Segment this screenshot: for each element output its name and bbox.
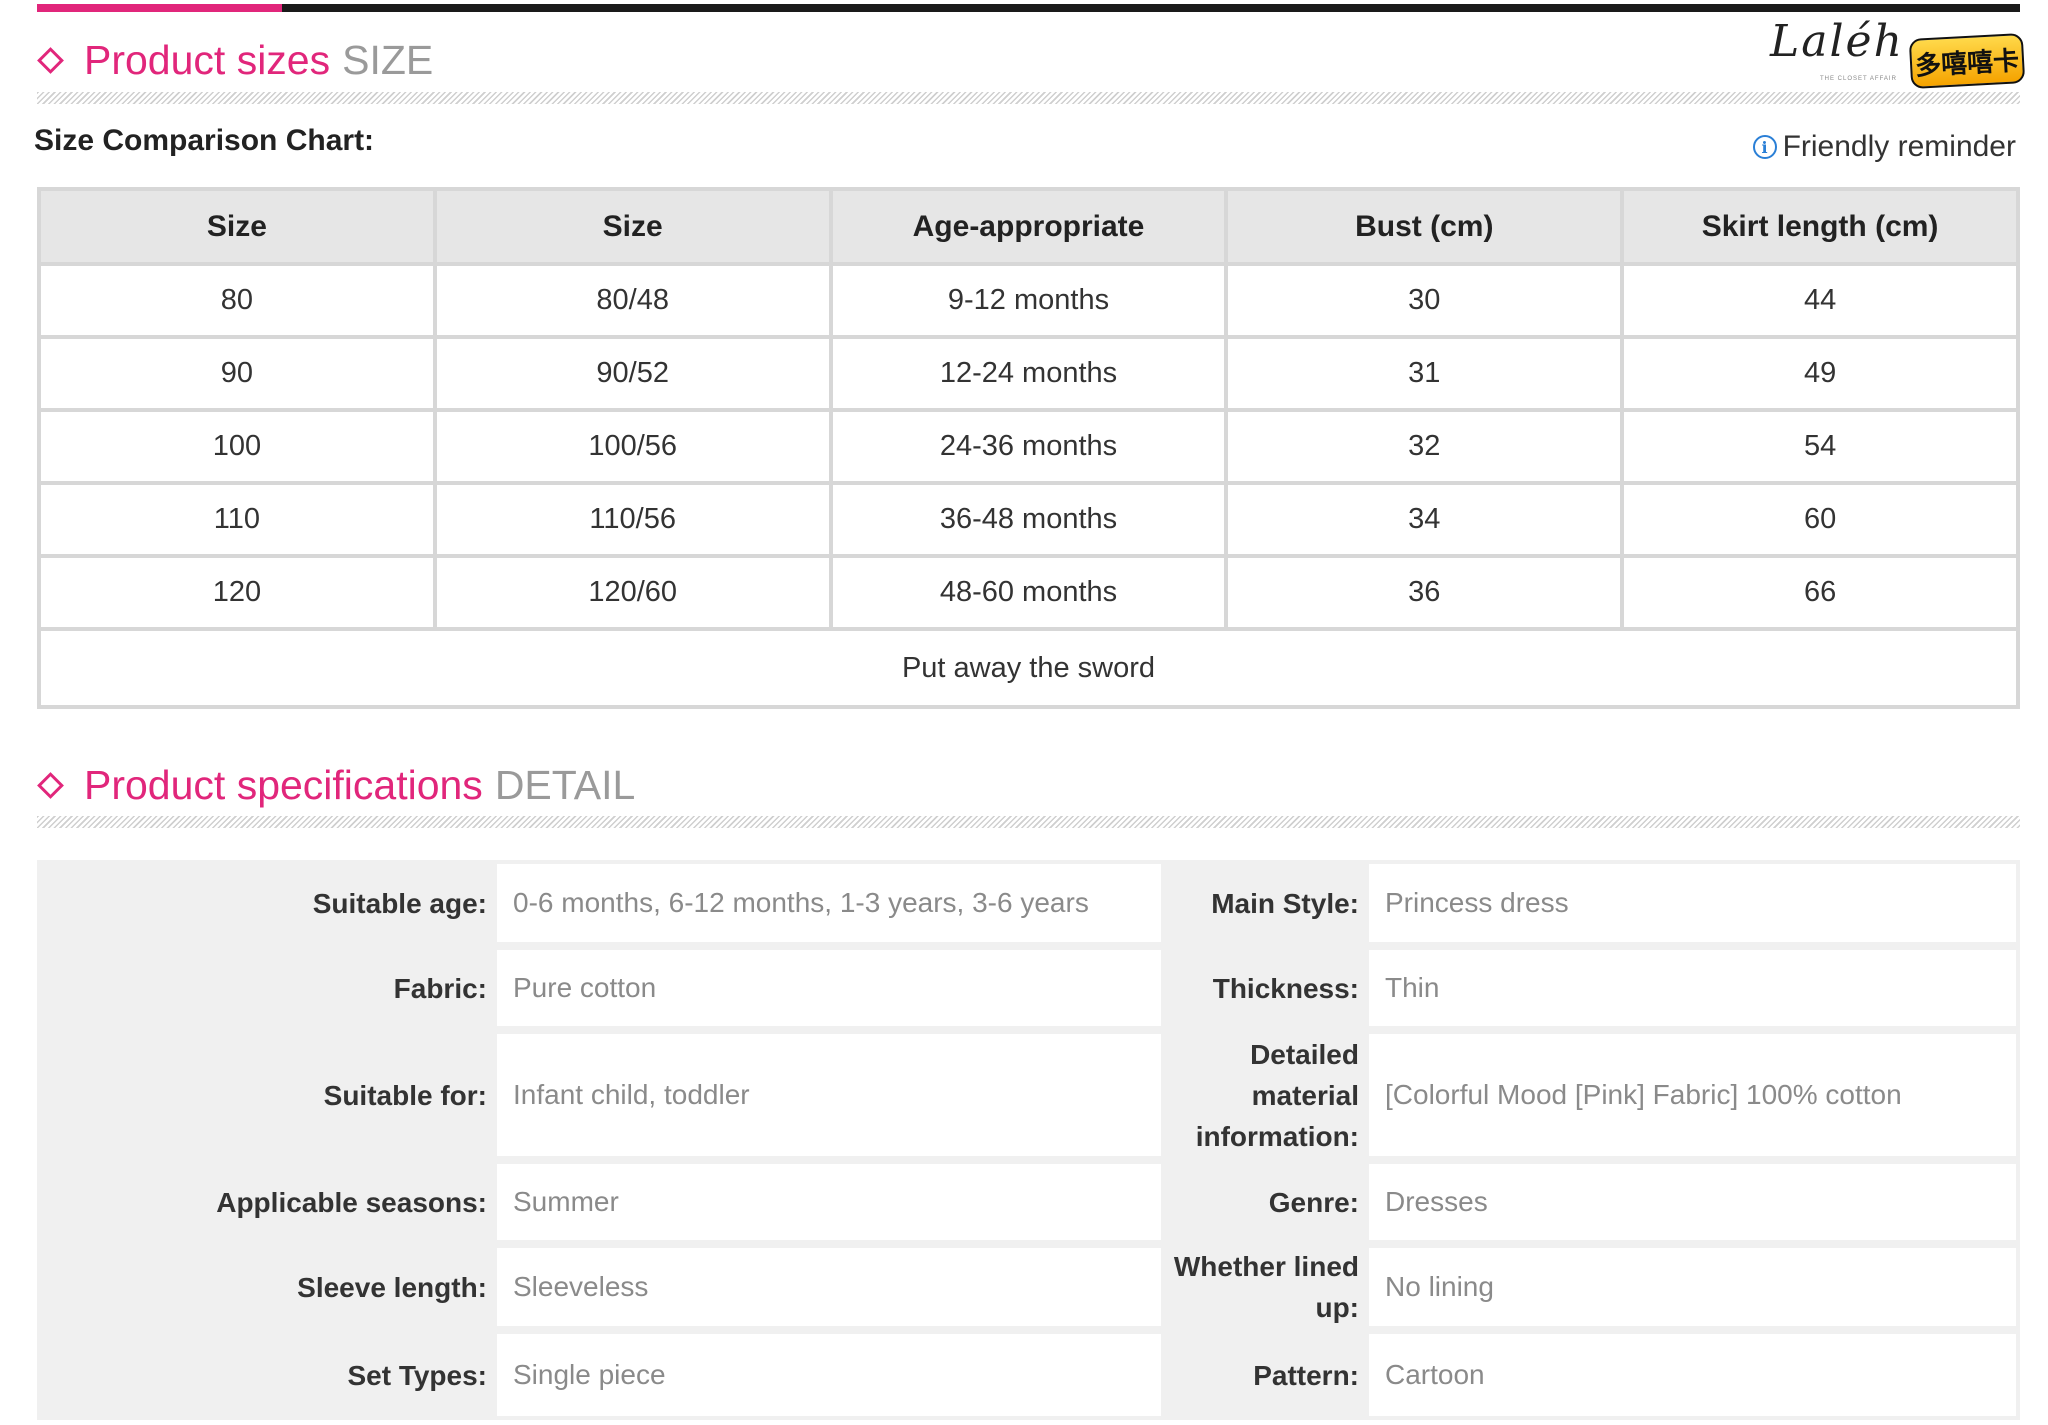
spec-value: Thin (1365, 946, 2020, 1030)
hatch-divider (37, 92, 2020, 104)
spec-value: Sleeveless (493, 1244, 1165, 1330)
brand-logo: Laléh THE CLOSET AFFAIR 多嘻嘻卡 (1760, 14, 2030, 89)
spec-row: Sleeve length: Sleeveless Whether lined … (37, 1244, 2020, 1330)
spec-label: Suitable for: (37, 1030, 493, 1160)
column-header: Skirt length (cm) (1620, 187, 2020, 266)
table-footer-row: Put away the sword (37, 627, 2020, 709)
table-cell: 66 (1620, 554, 2020, 631)
table-row: 80 80/48 9-12 months 30 44 (37, 262, 2020, 339)
spec-label: Genre: (1165, 1160, 1365, 1244)
table-header-row: Size Size Age-appropriate Bust (cm) Skir… (37, 187, 2020, 266)
spec-value: Summer (493, 1160, 1165, 1244)
size-comparison-table: Size Size Age-appropriate Bust (cm) Skir… (37, 187, 2020, 709)
table-cell: 36-48 months (828, 481, 1229, 558)
spec-value: No lining (1365, 1244, 2020, 1330)
table-footer-note: Put away the sword (37, 627, 2020, 709)
table-cell: 12-24 months (828, 335, 1229, 412)
spec-label: Suitable age: (37, 860, 493, 946)
diamond-icon (37, 46, 64, 74)
spec-label: Thickness: (1165, 946, 1365, 1030)
table-cell: 36 (1224, 554, 1625, 631)
column-header: Age-appropriate (828, 187, 1229, 266)
spec-label: Detailed material information: (1165, 1030, 1365, 1160)
spec-label: Fabric: (37, 946, 493, 1030)
table-cell: 120 (37, 554, 437, 631)
brand-logo-subtitle: THE CLOSET AFFAIR (1820, 76, 1897, 82)
spec-row: Applicable seasons: Summer Genre: Dresse… (37, 1160, 2020, 1244)
table-row: 90 90/52 12-24 months 31 49 (37, 335, 2020, 412)
table-row: 120 120/60 48-60 months 36 66 (37, 554, 2020, 631)
spec-row: Set Types: Single piece Pattern: Cartoon (37, 1330, 2020, 1420)
table-cell: 100/56 (432, 408, 833, 485)
table-cell: 120/60 (432, 554, 833, 631)
spec-label: Main Style: (1165, 860, 1365, 946)
spec-row: Suitable for: Infant child, toddler Deta… (37, 1030, 2020, 1160)
top-divider-accent (37, 4, 282, 12)
spec-value: Single piece (493, 1330, 1165, 1420)
size-section-title: Product sizes SIZE (37, 30, 433, 90)
column-header: Bust (cm) (1224, 187, 1625, 266)
table-cell: 110/56 (432, 481, 833, 558)
brand-logo-badge: 多嘻嘻卡 (1908, 33, 2026, 89)
table-cell: 90 (37, 335, 437, 412)
spec-value: Pure cotton (493, 946, 1165, 1030)
table-cell: 30 (1224, 262, 1625, 339)
size-section-title-en: SIZE (342, 36, 434, 83)
size-chart-title: Size Comparison Chart: (34, 124, 375, 157)
spec-label: Whether lined up: (1165, 1244, 1365, 1330)
table-cell: 9-12 months (828, 262, 1229, 339)
spec-label: Pattern: (1165, 1330, 1365, 1420)
spec-label: Set Types: (37, 1330, 493, 1420)
table-cell: 49 (1620, 335, 2020, 412)
table-cell: 24-36 months (828, 408, 1229, 485)
table-cell: 110 (37, 481, 437, 558)
spec-section-title-main: Product specifications (84, 761, 483, 808)
spec-row: Fabric: Pure cotton Thickness: Thin (37, 946, 2020, 1030)
table-cell: 100 (37, 408, 437, 485)
spec-value: 0-6 months, 6-12 months, 1-3 years, 3-6 … (493, 860, 1165, 946)
spec-label: Sleeve length: (37, 1244, 493, 1330)
info-icon: i (1752, 135, 1777, 159)
top-divider-bar (37, 4, 2020, 12)
table-cell: 31 (1224, 335, 1625, 412)
table-cell: 32 (1224, 408, 1625, 485)
brand-logo-script: Laléh (1770, 16, 1904, 67)
column-header: Size (432, 187, 833, 266)
friendly-reminder[interactable]: i Friendly reminder (1752, 130, 2016, 164)
diamond-icon (37, 771, 64, 799)
spec-section-title-en: DETAIL (494, 761, 636, 808)
spec-value: Princess dress (1365, 860, 2020, 946)
friendly-reminder-label: Friendly reminder (1782, 130, 2016, 163)
table-cell: 80/48 (432, 262, 833, 339)
spec-value: Infant child, toddler (493, 1030, 1165, 1160)
spec-value: Dresses (1365, 1160, 2020, 1244)
table-row: 100 100/56 24-36 months 32 54 (37, 408, 2020, 485)
table-cell: 90/52 (432, 335, 833, 412)
table-cell: 54 (1620, 408, 2020, 485)
table-row: 110 110/56 36-48 months 34 60 (37, 481, 2020, 558)
table-cell: 60 (1620, 481, 2020, 558)
spec-value: Cartoon (1365, 1330, 2020, 1420)
size-section-title-main: Product sizes (84, 36, 331, 83)
spec-section-title: Product specifications DETAIL (37, 755, 635, 815)
spec-grid: Suitable age: 0-6 months, 6-12 months, 1… (37, 860, 2020, 1420)
table-cell: 34 (1224, 481, 1625, 558)
spec-value: [Colorful Mood [Pink] Fabric] 100% cotto… (1365, 1030, 2020, 1160)
table-cell: 44 (1620, 262, 2020, 339)
column-header: Size (37, 187, 437, 266)
hatch-divider (37, 816, 2020, 828)
table-cell: 48-60 months (828, 554, 1229, 631)
spec-row: Suitable age: 0-6 months, 6-12 months, 1… (37, 860, 2020, 946)
spec-label: Applicable seasons: (37, 1160, 493, 1244)
table-cell: 80 (37, 262, 437, 339)
